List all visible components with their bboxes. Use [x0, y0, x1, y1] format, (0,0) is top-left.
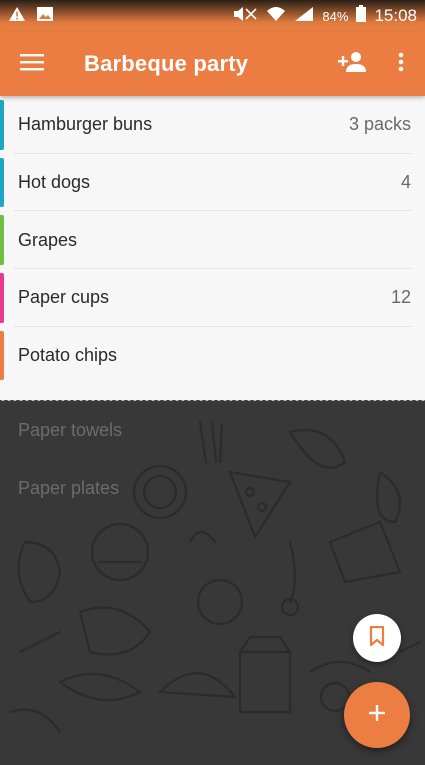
- item-name: Paper cups: [18, 287, 110, 308]
- category-color-bar: [0, 157, 4, 208]
- list-item[interactable]: Grapes: [0, 211, 425, 270]
- list-item[interactable]: Potato chips: [0, 327, 425, 385]
- warning-icon: [8, 6, 26, 27]
- bookmark-button[interactable]: [353, 614, 401, 662]
- mute-icon: [232, 6, 258, 27]
- item-name: Grapes: [18, 229, 78, 250]
- completed-item[interactable]: Paper plates: [18, 478, 119, 499]
- clock: 15:08: [374, 6, 417, 25]
- completed-item[interactable]: Paper towels: [18, 420, 122, 441]
- category-color-bar: [0, 100, 4, 150]
- menu-icon: [20, 53, 44, 76]
- category-color-bar: [0, 215, 4, 266]
- category-color-bar: [0, 273, 4, 323]
- item-quantity: 12: [390, 287, 411, 308]
- battery-icon: [356, 5, 367, 27]
- list-item[interactable]: Paper cups 12: [0, 269, 425, 327]
- list-item[interactable]: Hamburger buns 3 packs: [0, 96, 425, 154]
- status-bar: 84% 15:08: [0, 0, 425, 32]
- item-name: Hamburger buns: [18, 114, 153, 135]
- add-person-button[interactable]: [329, 32, 377, 96]
- bookmark-icon: [369, 625, 385, 651]
- wifi-icon: [266, 6, 286, 27]
- item-name: Potato chips: [18, 345, 118, 366]
- item-quantity: 4: [400, 172, 411, 193]
- more-options-button[interactable]: [377, 32, 425, 96]
- category-color-bar: [0, 330, 4, 381]
- battery-percentage: 84%: [322, 8, 349, 24]
- plus-icon: [367, 703, 387, 728]
- page-title: Barbeque party: [84, 51, 249, 76]
- list-item[interactable]: Hot dogs 4: [0, 154, 425, 212]
- app-bar: Barbeque party: [0, 32, 425, 96]
- signal-icon: [294, 6, 314, 27]
- item-name: Hot dogs: [18, 172, 91, 193]
- add-item-button[interactable]: [344, 682, 410, 748]
- shopping-list: Hamburger buns 3 packs Hot dogs 4 Grapes…: [0, 96, 425, 400]
- more-vert-icon: [398, 52, 404, 77]
- menu-button[interactable]: [0, 32, 64, 96]
- image-icon: [36, 6, 54, 27]
- add-person-icon: [338, 51, 368, 78]
- item-quantity: 3 packs: [348, 114, 411, 135]
